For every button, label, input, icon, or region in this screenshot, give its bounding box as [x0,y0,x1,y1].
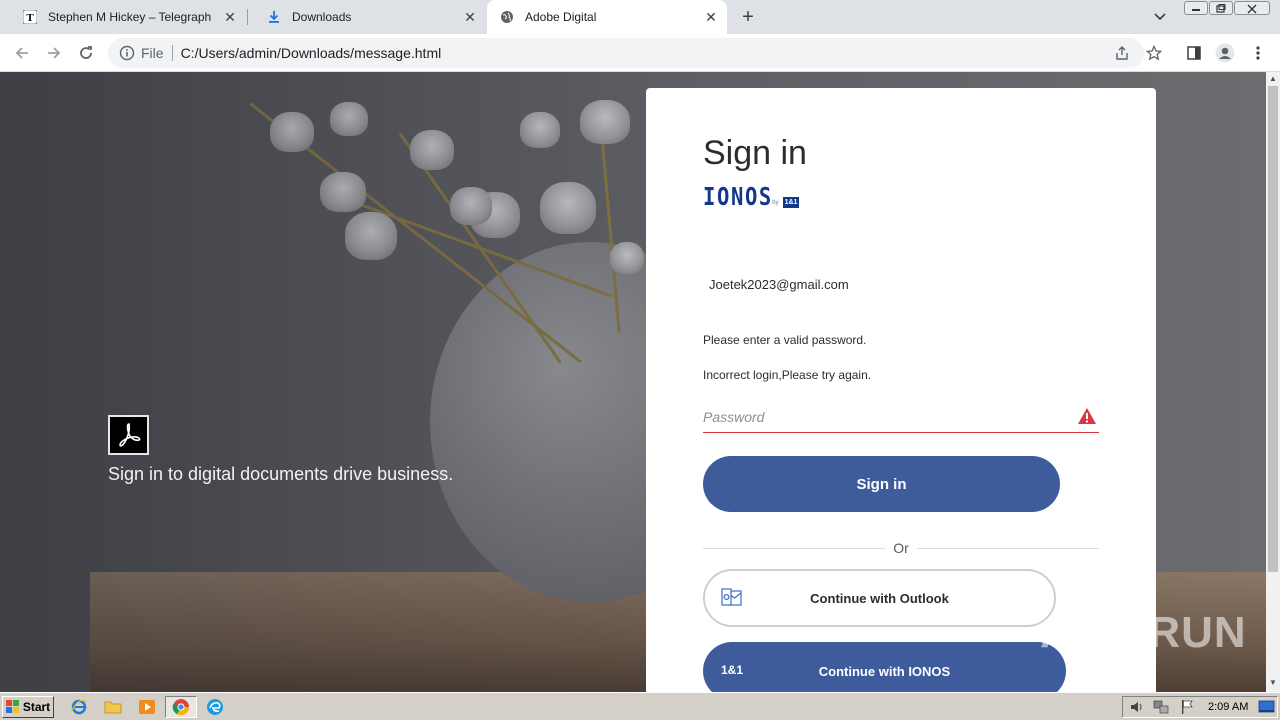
share-icon[interactable] [1114,45,1130,61]
chevron-down-icon[interactable] [1150,8,1170,26]
download-icon [266,9,282,25]
taskbar-clock: 2:09 AM [1208,701,1249,713]
continue-with-outlook-button[interactable]: Continue with Outlook [703,569,1056,627]
tagline: Sign in to digital documents drive busin… [108,464,454,484]
warning-icon [1077,407,1097,425]
new-tab-button[interactable]: + [736,6,760,28]
vertical-scrollbar[interactable]: ▲ ▼ [1266,72,1280,692]
tab-title: Adobe Digital [525,10,597,24]
signin-button[interactable]: Sign in [703,456,1060,512]
ionos-badge: 1&1 [782,197,800,208]
svg-text:T: T [26,12,34,24]
start-button[interactable]: Start [2,696,54,718]
tab-telegraph[interactable]: T Stephen M Hickey – Telegraph ✕ [4,0,246,34]
taskbar: Start 2:09 AM [0,692,1280,720]
url-scheme: File [141,45,164,61]
side-panel-icon[interactable] [1184,43,1204,63]
acrobat-logo-icon [108,415,149,455]
omnibox-divider [171,45,173,61]
ionos-logo: IONOS by 1&1 [703,182,800,211]
tab-strip: T Stephen M Hickey – Telegraph ✕ Downloa… [0,0,1280,34]
forward-arrow-icon[interactable] [42,41,66,65]
continue-with-ionos-button[interactable]: 1&1 Continue with IONOS [703,642,1066,692]
telegraph-favicon: T [22,9,38,25]
chrome-icon [172,699,190,716]
start-label: Start [22,700,51,714]
close-icon[interactable]: ✕ [701,7,721,27]
taskbar-chrome-button[interactable] [165,696,197,718]
anyrun-watermark: ANY RUN [1040,608,1247,657]
password-field[interactable] [703,402,1099,433]
or-divider: Or [703,540,1099,556]
reload-icon[interactable] [74,41,98,65]
divider-line [703,548,885,549]
close-icon[interactable]: ✕ [220,7,240,27]
address-bar[interactable]: File C:/Users/admin/Downloads/message.ht… [108,38,1163,68]
more-menu-icon[interactable] [1248,43,1268,63]
tab-adobe-digital[interactable]: Adobe Digital ✕ [487,0,727,34]
media-player-icon[interactable] [138,698,156,716]
ionos-button-badge: 1&1 [721,663,744,677]
tab-title: Stephen M Hickey – Telegraph [48,10,212,24]
error-message: Please enter a valid password. [703,333,867,347]
tab-title: Downloads [292,10,352,24]
url-text[interactable]: C:/Users/admin/Downloads/message.html [181,45,442,61]
signin-title: Sign in [703,134,807,172]
minimize-button[interactable] [1184,1,1208,15]
windows-logo-icon [5,700,19,713]
internet-explorer-icon[interactable] [70,698,88,716]
restore-button[interactable] [1209,1,1233,15]
show-desktop-icon[interactable] [1258,698,1276,716]
close-icon[interactable]: ✕ [460,7,480,27]
volume-icon[interactable] [1128,698,1146,716]
outlook-button-label: Continue with Outlook [810,590,949,606]
profile-avatar-icon[interactable] [1215,43,1235,63]
ionos-by: by [772,200,779,206]
or-text: Or [893,540,909,556]
globe-icon [499,9,515,25]
edge-icon[interactable] [206,698,224,716]
browser-toolbar: File C:/Users/admin/Downloads/message.ht… [0,34,1280,72]
info-icon[interactable] [119,45,135,61]
outlook-icon [721,587,743,609]
page-viewport: Sign in to digital documents drive busin… [0,72,1266,692]
window-close-button[interactable] [1234,1,1270,15]
error-message: Incorrect login,Please try again. [703,368,872,382]
bookmark-star-icon[interactable] [1145,44,1163,61]
folder-icon[interactable] [104,698,122,716]
back-arrow-icon[interactable] [10,41,34,65]
ionos-wordmark: IONOS [703,182,773,211]
network-icon[interactable] [1152,698,1170,716]
signin-panel: Sign in IONOS by 1&1 Joetek2023@gmail.co… [646,88,1156,692]
ionos-button-label: Continue with IONOS [818,663,951,679]
scroll-down-arrow-icon[interactable]: ▼ [1269,679,1277,687]
flag-icon[interactable] [1178,698,1196,716]
tab-downloads[interactable]: Downloads ✕ [248,0,486,34]
scroll-up-arrow-icon[interactable]: ▲ [1269,75,1277,83]
scrollbar-thumb[interactable] [1268,86,1278,572]
email-display: Joetek2023@gmail.com [709,277,849,292]
divider-line [917,548,1099,549]
